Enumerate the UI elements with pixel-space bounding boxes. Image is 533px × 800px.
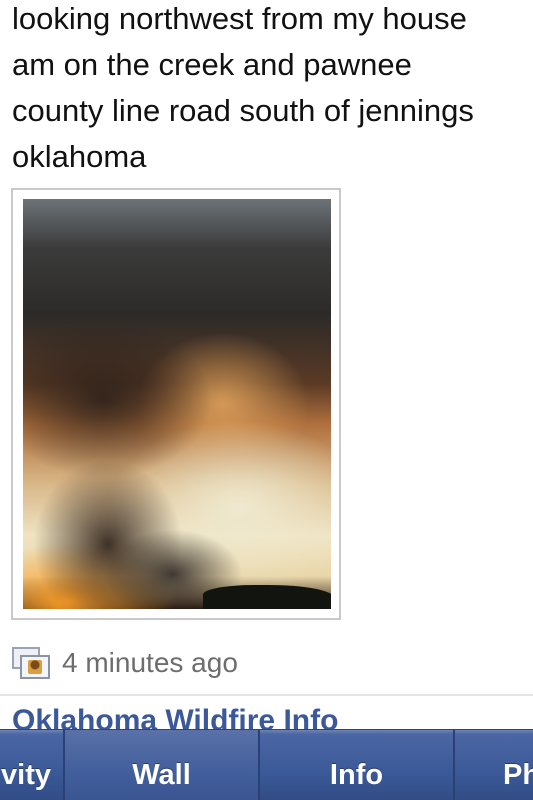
post-meta: 4 minutes ago — [12, 646, 238, 680]
photo-album-icon — [12, 647, 52, 679]
tab-label: Photos — [503, 759, 533, 791]
wildfire-smoke-photo[interactable] — [23, 199, 331, 609]
tab-label: Wall — [132, 759, 191, 791]
tab-label: Info — [329, 759, 384, 791]
post-photo[interactable] — [11, 188, 341, 620]
post-text: looking northwest from my house am on th… — [12, 1, 474, 174]
timestamp[interactable]: 4 minutes ago — [62, 647, 238, 679]
smoke-cloud — [23, 319, 213, 479]
tab-bar: Activity Wall Info Photos — [0, 729, 533, 800]
treeline — [203, 585, 331, 609]
divider — [0, 694, 533, 696]
tab-photos[interactable]: Photos — [455, 730, 533, 800]
tab-activity[interactable]: Activity — [0, 730, 65, 800]
page: looking northwest from my house am on th… — [0, 0, 533, 800]
tab-label: Activity — [0, 759, 51, 791]
tab-info[interactable]: Info — [260, 730, 455, 800]
tab-wall[interactable]: Wall — [65, 730, 260, 800]
